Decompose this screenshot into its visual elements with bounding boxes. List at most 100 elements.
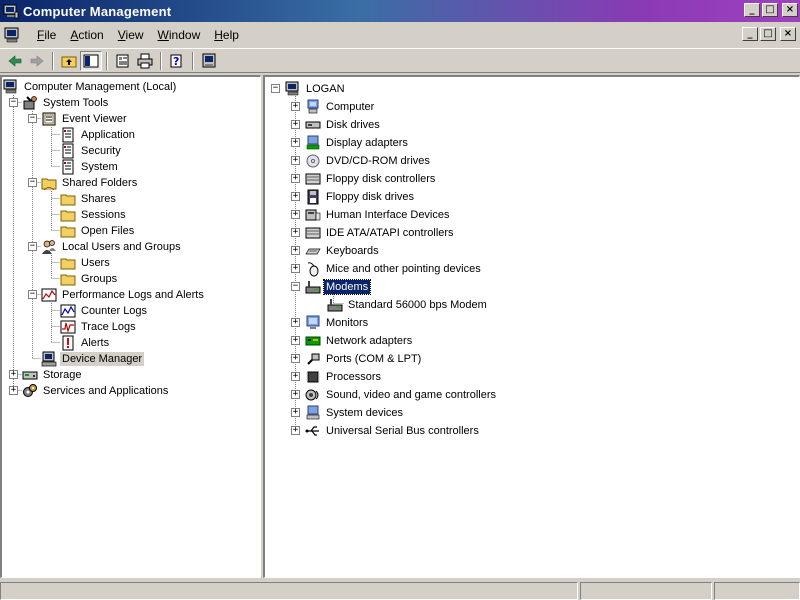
- collapse-toggle[interactable]: −: [9, 98, 18, 107]
- device-category-standard-56000-bps-modem[interactable]: Standard 56000 bps Modem: [327, 297, 489, 313]
- expand-toggle[interactable]: +: [291, 120, 300, 129]
- expand-toggle[interactable]: +: [9, 370, 18, 379]
- tree-item-device-manager[interactable]: Device Manager: [41, 351, 145, 367]
- tree-item-system-tools[interactable]: System Tools: [22, 95, 110, 111]
- menu-action[interactable]: Action: [63, 28, 110, 42]
- tree-item-storage[interactable]: Storage: [22, 367, 84, 383]
- tree-item-shares[interactable]: Shares: [60, 191, 118, 207]
- status-panel-main: [0, 582, 578, 600]
- show-hide-tree-button[interactable]: [80, 50, 102, 71]
- device-category-floppy-disk-drives[interactable]: Floppy disk drives: [305, 189, 416, 205]
- title-bar[interactable]: Computer Management _ □ ×: [0, 0, 800, 22]
- expand-toggle[interactable]: +: [291, 228, 300, 237]
- menu-view[interactable]: View: [111, 28, 151, 42]
- forward-button[interactable]: [26, 51, 48, 71]
- device-category-keyboards[interactable]: Keyboards: [305, 243, 381, 259]
- device-category-universal-serial-bus-controllers[interactable]: Universal Serial Bus controllers: [305, 423, 481, 439]
- tree-item-computer-management[interactable]: Computer Management (Local): [3, 79, 178, 95]
- tree-item-label: Shared Folders: [62, 177, 138, 189]
- device-category-mice-and-other-pointing-devices[interactable]: Mice and other pointing devices: [305, 261, 483, 277]
- collapse-toggle[interactable]: −: [28, 242, 37, 251]
- expand-toggle[interactable]: +: [9, 386, 18, 395]
- tree-item-sessions[interactable]: Sessions: [60, 207, 128, 223]
- device-category-ide-ata-atapi-controllers[interactable]: IDE ATA/ATAPI controllers: [305, 225, 456, 241]
- tree-item-logan[interactable]: LOGAN: [285, 81, 347, 97]
- tree-item-open-files[interactable]: Open Files: [60, 223, 136, 239]
- device-category-computer[interactable]: Computer: [305, 99, 376, 115]
- tree-item-trace-logs[interactable]: Trace Logs: [60, 319, 138, 335]
- expand-toggle[interactable]: +: [291, 210, 300, 219]
- menu-file[interactable]: File: [30, 28, 63, 42]
- tree-item-application[interactable]: Application: [60, 127, 137, 143]
- device-tree-pane[interactable]: − LOGAN + Computer + Disk drives + Display ad…: [263, 75, 800, 578]
- expand-toggle[interactable]: +: [291, 174, 300, 183]
- device-category-floppy-disk-controllers[interactable]: Floppy disk controllers: [305, 171, 437, 187]
- tree-item-counter-logs[interactable]: Counter Logs: [60, 303, 149, 319]
- properties-button[interactable]: [112, 51, 134, 71]
- tree-item-label: Performance Logs and Alerts: [62, 289, 204, 301]
- tree-item-users[interactable]: Users: [60, 255, 112, 271]
- expand-toggle[interactable]: +: [291, 336, 300, 345]
- device-category-disk-drives[interactable]: Disk drives: [305, 117, 382, 133]
- expand-toggle[interactable]: +: [291, 264, 300, 273]
- expand-toggle[interactable]: +: [291, 138, 300, 147]
- expand-toggle[interactable]: +: [291, 372, 300, 381]
- child-minimize-button[interactable]: _: [742, 27, 758, 41]
- mmc-console-icon[interactable]: [4, 27, 22, 43]
- device-category-processors[interactable]: Processors: [305, 369, 383, 385]
- tree-item-event-viewer[interactable]: Event Viewer: [41, 111, 129, 127]
- child-restore-button[interactable]: □: [760, 27, 776, 41]
- menu-accelerator: H: [214, 28, 223, 42]
- device-category-modems[interactable]: Modems: [305, 279, 372, 295]
- collapse-toggle[interactable]: −: [291, 282, 300, 291]
- menu-accelerator: V: [117, 28, 126, 42]
- device-category-monitors[interactable]: Monitors: [305, 315, 370, 331]
- expand-toggle[interactable]: +: [291, 102, 300, 111]
- print-button[interactable]: [134, 51, 156, 71]
- collapse-toggle[interactable]: −: [28, 290, 37, 299]
- expand-toggle[interactable]: +: [291, 318, 300, 327]
- disk-drive-icon: [305, 121, 321, 129]
- expand-toggle[interactable]: +: [291, 390, 300, 399]
- tree-item-alerts[interactable]: Alerts: [60, 335, 111, 351]
- child-close-button[interactable]: ×: [780, 27, 796, 41]
- expand-toggle[interactable]: +: [291, 354, 300, 363]
- expand-toggle[interactable]: +: [291, 408, 300, 417]
- device-category-sound-video-and-game-controllers[interactable]: Sound, video and game controllers: [305, 387, 498, 403]
- tree-item-label: Event Viewer: [62, 113, 127, 125]
- menu-window[interactable]: Window: [151, 28, 208, 42]
- tree-item-security[interactable]: Security: [60, 143, 123, 159]
- tree-item-label: Floppy disk controllers: [326, 173, 436, 185]
- device-category-human-interface-devices[interactable]: Human Interface Devices: [305, 207, 452, 223]
- tree-item-services-applications[interactable]: Services and Applications: [22, 383, 170, 399]
- menu-help[interactable]: Help: [207, 28, 246, 42]
- collapse-toggle[interactable]: −: [28, 178, 37, 187]
- up-one-level-button[interactable]: [58, 51, 80, 71]
- computer-icon: [285, 81, 299, 96]
- close-button[interactable]: ×: [782, 3, 798, 17]
- help-button[interactable]: ?: [166, 51, 188, 71]
- device-category-dvd-cd-rom-drives[interactable]: DVD/CD-ROM drives: [305, 153, 432, 169]
- tree-item-system[interactable]: System: [60, 159, 120, 175]
- device-category-ports-com-lpt[interactable]: Ports (COM & LPT): [305, 351, 423, 367]
- collapse-toggle[interactable]: −: [271, 84, 280, 93]
- expand-toggle[interactable]: +: [291, 156, 300, 165]
- maximize-button[interactable]: □: [762, 3, 778, 17]
- back-button[interactable]: [4, 51, 26, 71]
- collapse-toggle[interactable]: −: [28, 114, 37, 123]
- device-category-network-adapters[interactable]: Network adapters: [305, 333, 414, 349]
- expand-toggle[interactable]: +: [291, 246, 300, 255]
- device-manager-button[interactable]: [198, 51, 220, 71]
- tree-item-performance-logs[interactable]: Performance Logs and Alerts: [41, 287, 206, 303]
- console-tree-pane[interactable]: Computer Management (Local) − System Too…: [0, 75, 261, 578]
- minimize-button[interactable]: _: [744, 3, 760, 17]
- tree-item-groups[interactable]: Groups: [60, 271, 119, 287]
- expand-toggle[interactable]: +: [291, 426, 300, 435]
- expand-toggle[interactable]: +: [291, 192, 300, 201]
- device-category-display-adapters[interactable]: Display adapters: [305, 135, 410, 151]
- tree-item-shared-folders[interactable]: Shared Folders: [41, 175, 139, 191]
- port-icon: [307, 353, 320, 365]
- tree-item-local-users-groups[interactable]: Local Users and Groups: [41, 239, 183, 255]
- controller-icon: [305, 227, 321, 239]
- device-category-system-devices[interactable]: System devices: [305, 405, 405, 421]
